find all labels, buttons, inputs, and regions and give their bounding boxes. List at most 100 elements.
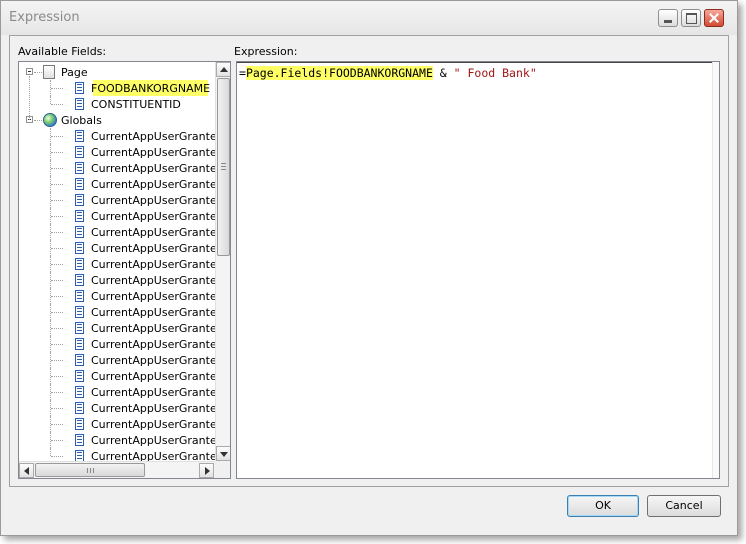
tree-item-label: CurrentAppUserGrantedMe: [91, 354, 215, 367]
tree-connector: [51, 136, 63, 137]
tree-connector: [51, 184, 63, 185]
field-icon: [75, 210, 84, 222]
tree-item-label: CurrentAppUserGrantedCo: [91, 258, 215, 271]
expression-field-reference: Page.Fields!FOODBANKORGNAME: [245, 66, 433, 80]
chevron-up-icon: [220, 67, 228, 72]
cancel-button[interactable]: Cancel: [647, 495, 721, 517]
available-fields-tree[interactable]: Page FOODBANKORGNAME CONSTITUENTID Globals C…: [18, 61, 231, 479]
tree-connector: [51, 360, 63, 361]
field-icon: [75, 338, 84, 350]
scroll-down-button[interactable]: [216, 446, 230, 461]
tree-item[interactable]: CONSTITUENTID: [19, 96, 215, 112]
expression-label: Expression:: [234, 45, 298, 58]
tree-item[interactable]: CurrentAppUserGrantedMe: [19, 352, 215, 368]
tree-connector: [51, 424, 63, 425]
tree-item[interactable]: CurrentAppUserGrantedSim: [19, 432, 215, 448]
globe-icon: [43, 113, 57, 127]
tree-connector: [51, 328, 63, 329]
grip-icon: [87, 468, 94, 473]
field-icon: [75, 322, 84, 334]
tree-horizontal-scrollbar[interactable]: [19, 461, 215, 478]
tree-connector: [50, 96, 51, 104]
tree-item[interactable]: CurrentAppUserGrantedBus: [19, 208, 215, 224]
field-icon: [75, 130, 84, 142]
tree-connector: [34, 72, 42, 73]
tree-item[interactable]: CurrentAppUserGrantedCo: [19, 256, 215, 272]
tree-item-label: CurrentAppUserGrantedRep: [91, 418, 215, 431]
expression-editor[interactable]: =Page.Fields!FOODBANKORGNAME & " Food Ba…: [236, 61, 720, 479]
tree-item[interactable]: CurrentAppUserGrantedBat: [19, 144, 215, 160]
tree-connector: [34, 120, 42, 121]
field-icon: [75, 434, 84, 446]
minimize-icon: [659, 10, 677, 26]
tree-item[interactable]: FOODBANKORGNAME: [19, 80, 215, 96]
scroll-up-button[interactable]: [216, 62, 230, 77]
field-icon: [75, 418, 84, 430]
ok-button[interactable]: OK: [567, 495, 639, 517]
tree-item-label: Page: [61, 66, 88, 79]
close-icon: [705, 10, 723, 26]
window-title: Expression: [9, 10, 80, 25]
field-icon: [75, 370, 84, 382]
expression-code[interactable]: =Page.Fields!FOODBANKORGNAME & " Food Ba…: [239, 66, 537, 81]
tree-connector: [51, 456, 63, 457]
grip-icon: [221, 163, 226, 170]
tree-item[interactable]: CurrentAppUserGrantedDa: [19, 288, 215, 304]
tree-item-label: CurrentAppUserGrantedBat: [91, 178, 215, 191]
tree-item[interactable]: CurrentAppUserGrantedBat: [19, 176, 215, 192]
tree-item-label: CurrentAppUserGrantedKpi: [91, 338, 215, 351]
tree-item-label: Globals: [61, 114, 102, 127]
tree-item[interactable]: CurrentAppUserGrantedDa: [19, 272, 215, 288]
tree-item[interactable]: CurrentAppUserGrantedCo: [19, 224, 215, 240]
available-fields-label: Available Fields:: [18, 45, 107, 58]
scroll-right-button[interactable]: [199, 463, 214, 478]
tree-vertical-scroll-thumb[interactable]: [217, 78, 230, 256]
tree-item[interactable]: CurrentAppUserGrantedQu: [19, 384, 215, 400]
tree-connector: [51, 152, 63, 153]
tree-item[interactable]: CurrentAppUserGrantedBat: [19, 128, 215, 144]
close-button[interactable]: [704, 9, 724, 27]
tree-item[interactable]: CurrentAppUserGrantedSm: [19, 448, 215, 461]
tree-connector: [29, 76, 30, 120]
tree-connector: [50, 448, 51, 456]
tree-connector: [51, 296, 63, 297]
title-bar[interactable]: Expression: [1, 1, 737, 35]
field-icon: [75, 258, 84, 270]
tree-item-label: CONSTITUENTID: [91, 98, 181, 111]
field-icon: [75, 306, 84, 318]
tree-item[interactable]: CurrentAppUserGrantedBat: [19, 160, 215, 176]
scroll-left-button[interactable]: [19, 463, 34, 478]
tree-horizontal-scroll-thumb[interactable]: [35, 463, 145, 477]
tree-item[interactable]: CurrentAppUserGrantedBat: [19, 192, 215, 208]
minimize-button[interactable]: [658, 9, 678, 27]
tree-connector: [51, 168, 63, 169]
tree-connector: [51, 216, 63, 217]
tree-connector: [51, 376, 63, 377]
field-icon: [75, 162, 84, 174]
tree-item-label: FOODBANKORGNAME: [91, 82, 211, 95]
tree-item-label: CurrentAppUserGrantedRe: [91, 402, 215, 415]
maximize-button[interactable]: [681, 9, 701, 27]
field-icon: [75, 274, 84, 286]
tree-connector: [51, 312, 63, 313]
expression-prefix: =: [239, 66, 246, 80]
tree-connector: [51, 408, 63, 409]
expression-operator: &: [432, 66, 454, 80]
tree-item[interactable]: CurrentAppUserGrantedKpi: [19, 336, 215, 352]
tree-item[interactable]: CurrentAppUserGrantedGlo: [19, 320, 215, 336]
tree-node-globals[interactable]: Globals: [19, 112, 215, 128]
tree-connector: [51, 200, 63, 201]
tree-item[interactable]: CurrentAppUserGrantedRe: [19, 400, 215, 416]
tree-item-label: CurrentAppUserGrantedSm: [91, 450, 215, 461]
collapse-icon[interactable]: [26, 68, 33, 75]
tree-items: Page FOODBANKORGNAME CONSTITUENTID Globals C…: [19, 62, 215, 461]
tree-item[interactable]: CurrentAppUserGrantedCo: [19, 240, 215, 256]
tree-item-label: CurrentAppUserGrantedBat: [91, 194, 215, 207]
tree-node-page[interactable]: Page: [19, 64, 215, 80]
tree-vertical-scrollbar[interactable]: [215, 62, 230, 461]
tree-item[interactable]: CurrentAppUserGrantedPag: [19, 368, 215, 384]
tree-item[interactable]: CurrentAppUserGrantedFor: [19, 304, 215, 320]
maximize-icon: [682, 10, 700, 26]
field-icon: [75, 194, 84, 206]
tree-item[interactable]: CurrentAppUserGrantedRep: [19, 416, 215, 432]
